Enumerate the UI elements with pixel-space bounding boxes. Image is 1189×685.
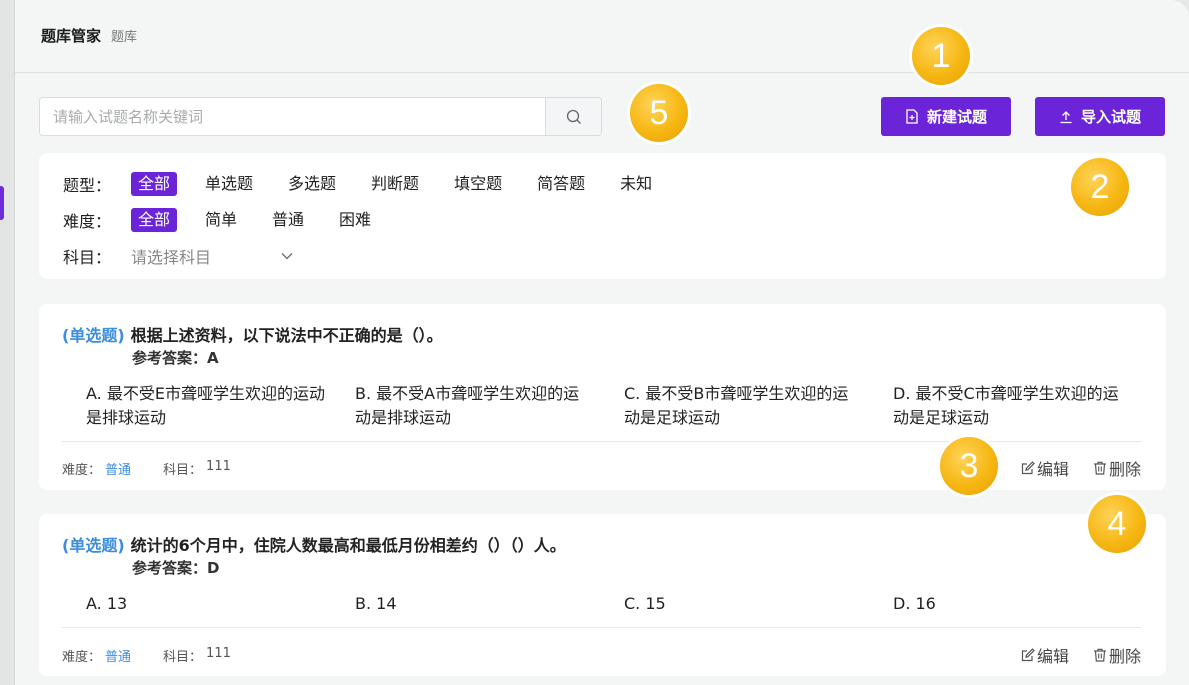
edit-icon (1021, 648, 1035, 662)
app-window: 题库管家 题库 新建试题 导入试题 (15, 0, 1189, 685)
question-actions: 编辑 删除 (1021, 643, 1141, 667)
difficulty-filter-row: 难度： 全部 简单 普通 困难 (63, 208, 399, 232)
question-option: C. 最不受B市聋哑学生欢迎的运动是足球运动 (624, 384, 849, 427)
question-type-tag: (单选题) (62, 326, 125, 345)
question-header: (单选题) 根据上述资料，以下说法中不正确的是（）。 (62, 322, 443, 346)
question-text: 根据上述资料，以下说法中不正确的是（）。 (130, 326, 443, 345)
question-option: A. 最不受E市聋哑学生欢迎的运动是排球运动 (86, 384, 325, 427)
subject-label: 科目： (163, 463, 203, 478)
question-option: A. 13 (86, 594, 128, 613)
search-box (39, 97, 602, 136)
search-button[interactable] (545, 98, 601, 135)
search-bar (39, 97, 602, 136)
trash-icon (1093, 648, 1106, 662)
type-option-short-answer[interactable]: 简答题 (530, 172, 592, 196)
difficulty-option-normal[interactable]: 普通 (265, 208, 311, 232)
question-answer: 参考答案：A (132, 349, 219, 367)
difficulty-option-hard[interactable]: 困难 (332, 208, 378, 232)
type-option-unknown[interactable]: 未知 (613, 172, 659, 196)
question-text: 统计的6个月中，住院人数最高和最低月份相差约（）（）人。 (130, 536, 566, 555)
top-bar: 题库管家 题库 (15, 0, 1189, 73)
delete-button[interactable]: 删除 (1093, 643, 1141, 667)
difficulty-option-easy[interactable]: 简单 (198, 208, 244, 232)
question-option: D. 16 (893, 594, 936, 613)
difficulty-label: 难度： (62, 650, 102, 665)
new-question-button[interactable]: 新建试题 (881, 97, 1011, 136)
question-meta: 难度： 普通 科目： 111 (62, 646, 231, 665)
question-options: A. 13 B. 14 C. 15 D. 16 (86, 592, 1166, 616)
delete-label: 删除 (1108, 460, 1141, 479)
subject-select[interactable]: 请选择科目 (131, 244, 301, 268)
question-type-tag: (单选题) (62, 536, 125, 555)
divider (62, 627, 1141, 628)
question-card: (单选题) 统计的6个月中，住院人数最高和最低月份相差约（）（）人。 参考答案：… (39, 514, 1166, 676)
subject-select-placeholder: 请选择科目 (131, 248, 212, 267)
chevron-down-icon (281, 253, 293, 260)
subject-label: 科目： (163, 650, 203, 665)
callout-badge-3: 3 (940, 437, 998, 495)
left-nav-strip (0, 0, 15, 685)
upload-icon (1060, 110, 1072, 123)
delete-label: 删除 (1108, 647, 1141, 666)
difficulty-option-all[interactable]: 全部 (131, 208, 178, 232)
trash-icon (1093, 461, 1106, 475)
type-filter-row: 题型： 全部 单选题 多选题 判断题 填空题 简答题 未知 (63, 172, 680, 196)
subject-value: 111 (206, 459, 231, 474)
question-option: B. 最不受A市聋哑学生欢迎的运动是排球运动 (355, 384, 580, 427)
search-icon (566, 109, 581, 124)
app-title: 题库管家 (41, 26, 102, 45)
question-meta: 难度： 普通 科目： 111 (62, 459, 231, 478)
nav-active-indicator (0, 186, 4, 220)
subject-filter-label: 科目： (63, 248, 112, 267)
breadcrumb[interactable]: 题库 (111, 26, 137, 45)
type-option-fill[interactable]: 填空题 (447, 172, 509, 196)
type-filter-label: 题型： (63, 176, 112, 195)
search-input[interactable] (40, 98, 545, 135)
new-question-label: 新建试题 (926, 108, 987, 126)
difficulty-value: 普通 (105, 650, 132, 665)
question-option: C. 15 (624, 594, 666, 613)
callout-badge-4: 4 (1088, 495, 1146, 553)
type-option-judge[interactable]: 判断题 (364, 172, 426, 196)
edit-label: 编辑 (1036, 647, 1069, 666)
question-option: D. 最不受C市聋哑学生欢迎的运动是足球运动 (893, 384, 1119, 427)
difficulty-filter-label: 难度： (63, 212, 112, 231)
import-question-label: 导入试题 (1080, 108, 1141, 126)
callout-badge-1: 1 (912, 27, 970, 85)
subject-value: 111 (206, 646, 231, 661)
import-question-button[interactable]: 导入试题 (1035, 97, 1165, 136)
question-header: (单选题) 统计的6个月中，住院人数最高和最低月份相差约（）（）人。 (62, 532, 566, 556)
question-actions: 编辑 删除 (1021, 456, 1141, 480)
edit-button[interactable]: 编辑 (1021, 643, 1069, 667)
question-options: A. 最不受E市聋哑学生欢迎的运动是排球运动 B. 最不受A市聋哑学生欢迎的运动… (86, 382, 1166, 430)
type-option-all[interactable]: 全部 (131, 172, 178, 196)
difficulty-value: 普通 (105, 463, 132, 478)
question-option: B. 14 (355, 594, 397, 613)
callout-badge-5: 5 (630, 84, 688, 142)
type-option-single[interactable]: 单选题 (198, 172, 260, 196)
difficulty-label: 难度： (62, 463, 102, 478)
edit-label: 编辑 (1036, 460, 1069, 479)
file-plus-icon (906, 109, 918, 124)
type-option-multiple[interactable]: 多选题 (281, 172, 343, 196)
edit-button[interactable]: 编辑 (1021, 456, 1069, 480)
filter-panel: 题型： 全部 单选题 多选题 判断题 填空题 简答题 未知 难度： 全部 简单 … (39, 153, 1166, 279)
delete-button[interactable]: 删除 (1093, 456, 1141, 480)
edit-icon (1021, 461, 1035, 475)
subject-filter-row: 科目： 请选择科目 (63, 244, 301, 268)
callout-badge-2: 2 (1071, 158, 1129, 216)
question-answer: 参考答案：D (132, 559, 220, 577)
